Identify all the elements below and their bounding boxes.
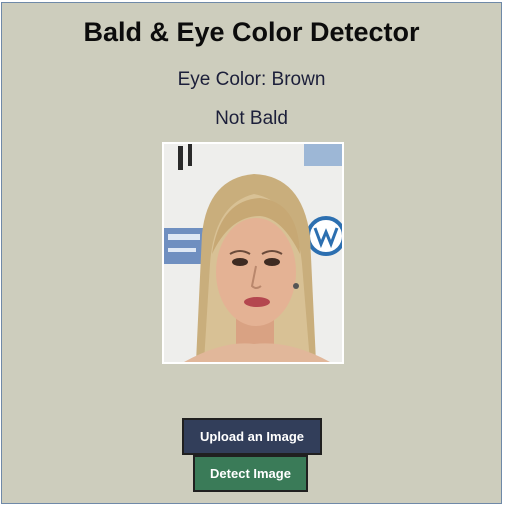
bald-result: Not Bald	[215, 108, 288, 129]
uploaded-image-preview	[162, 142, 344, 364]
detect-image-button[interactable]: Detect Image	[193, 455, 308, 492]
eye-color-result: Eye Color: Brown	[177, 69, 326, 90]
upload-image-button[interactable]: Upload an Image	[182, 418, 322, 455]
portrait-image	[164, 144, 342, 362]
app-window: Bald & Eye Color Detector Eye Color: Bro…	[1, 2, 502, 504]
page-title: Bald & Eye Color Detector	[83, 17, 420, 47]
